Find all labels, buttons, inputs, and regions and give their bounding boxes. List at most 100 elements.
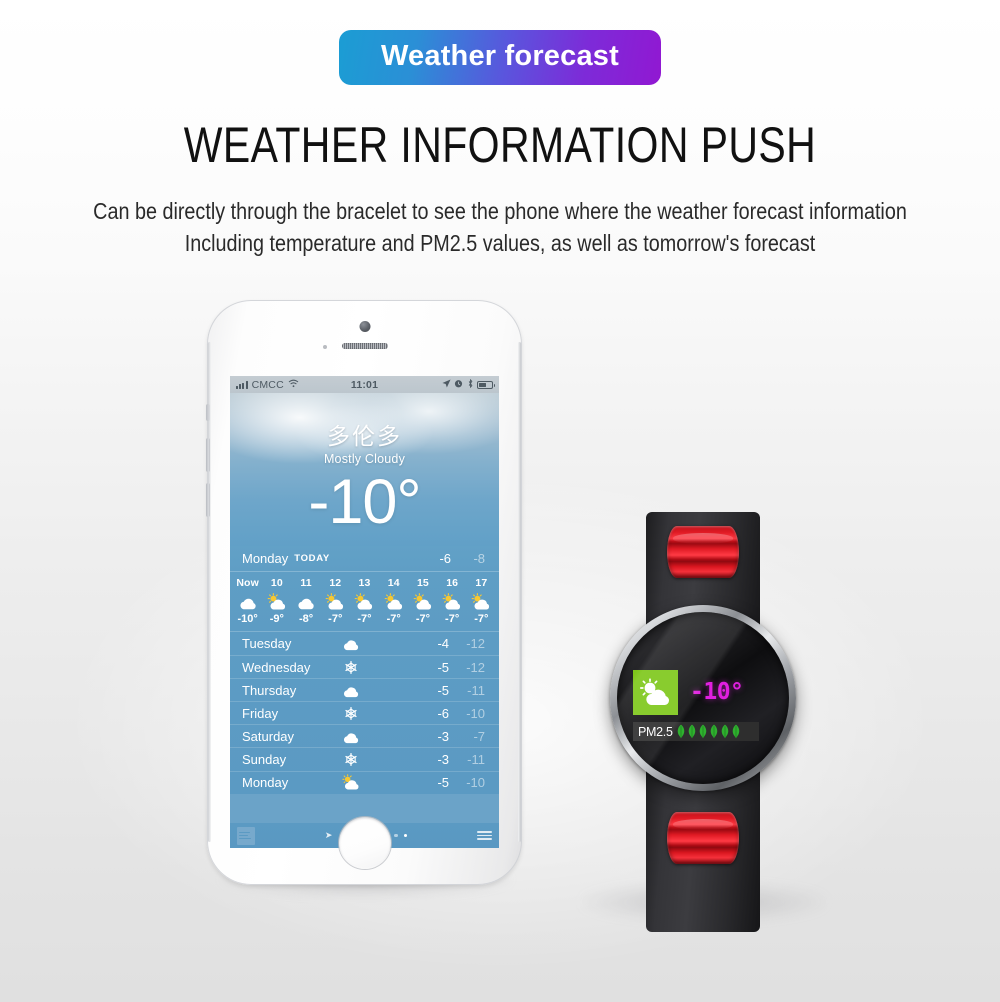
watch-temperature: -10° [690,679,744,705]
sun-cloud-icon [325,592,344,610]
pm25-leaf-icon [677,724,684,739]
hourly-forecast-item: 15 -7° [408,577,437,625]
phone-volume-up-button[interactable] [206,438,210,472]
page-title: WEATHER INFORMATION PUSH [183,117,817,173]
watch-screen[interactable]: -10° PM2.5 [617,612,789,784]
hourly-time-label: 11 [300,577,312,589]
hourly-forecast-item: 10 -9° [262,577,291,625]
hourly-time-label: 10 [270,577,283,589]
phone-mute-switch[interactable] [206,404,210,421]
home-button[interactable] [338,817,391,869]
smartphone-mockup: CMCC 11:01 多伦多 Mostly Cloudy -10° Monday… [206,300,522,910]
snowflake-icon [345,753,357,766]
hourly-time-label: 13 [358,577,371,589]
list-icon[interactable] [477,830,492,841]
weather-channel-logo-icon [237,826,255,845]
daily-high-temp: -3 [437,752,449,768]
daily-weather-icon [336,705,366,722]
daily-day-label: Friday [242,705,279,721]
hourly-forecast-row[interactable]: Now -10° 10 -9° 11 -8° 12 -7° 13 -7° 14 -7° 15 -7° 16 -… [230,572,499,632]
weather-hero: 多伦多 Mostly Cloudy -10° [230,393,499,546]
hourly-weather-icon [408,591,437,612]
pm25-leaf-icon [732,724,739,739]
hourly-forecast-item: 17 -7° [467,577,496,625]
pm25-leaf-icon [688,724,695,739]
front-camera-icon [359,321,370,332]
phone-volume-down-button[interactable] [206,483,210,517]
daily-high-temp: -6 [437,705,449,721]
sun-cloud-icon [342,774,359,790]
status-bar-right [441,378,495,390]
hourly-forecast-item: 14 -7° [379,577,408,625]
pm25-leaf-icon [721,724,728,739]
sun-cloud-icon [413,592,431,610]
daily-low-temp: -11 [467,682,485,698]
daily-forecast-row: Tuesday -4 -12 [230,632,499,655]
status-bar: CMCC 11:01 [230,376,499,393]
location-arrow-icon [441,379,451,390]
hourly-forecast-item: Now -10° [233,577,262,625]
daily-forecast-row: Wednesday -5 -12 [230,655,499,678]
daily-weather-icon [336,751,366,768]
hourly-temperature: -7° [445,613,460,625]
daily-day-label: Sunday [242,752,287,768]
page-dot[interactable] [394,833,399,838]
cloud-icon [298,598,314,609]
watch-strap-keeper-top [667,526,739,578]
watch-weather-row: -10° [633,670,773,715]
hourly-weather-icon [233,591,262,612]
sun-cloud-icon [384,592,402,610]
sun-cloud-icon [267,592,285,610]
hourly-time-label: 15 [416,577,429,589]
hourly-temperature: -7° [474,613,489,625]
wifi-icon [288,379,299,391]
phone-screen: CMCC 11:01 多伦多 Mostly Cloudy -10° Monday… [230,376,499,848]
hourly-temperature: -7° [328,613,343,625]
daily-high-temp: -3 [437,728,449,744]
hourly-time-label: 17 [475,577,488,589]
daily-forecast-row: Monday -5 -10 [230,770,499,794]
daily-weather-icon [336,728,366,745]
sun-cloud-icon [472,592,490,610]
hourly-weather-icon [350,591,379,612]
hourly-forecast-item: 13 -7° [350,577,379,625]
hourly-forecast-item: 11 -8° [291,577,320,625]
hourly-temperature: -7° [415,613,431,625]
today-high-temp: -6 [439,551,451,566]
daily-low-temp: -12 [466,659,485,675]
weather-condition: Mostly Cloudy [323,452,406,466]
daily-high-temp: -5 [437,659,449,675]
hourly-time-label: 12 [329,577,342,589]
hourly-temperature: -9° [269,613,284,625]
daily-day-label: Tuesday [242,636,292,652]
watch-weather-face: -10° PM2.5 [633,670,773,741]
cloud-icon [343,687,359,697]
daily-forecast-row: Sunday -3 -11 [230,747,499,770]
daily-forecast-list: Tuesday -4 -12 Wednesday -5 -12 Thursday -5 -11 F… [230,632,499,794]
status-bar-left: CMCC [236,379,299,391]
sun-cloud-icon [355,592,373,610]
cloud-icon [343,640,359,651]
badge-container: Weather forecast [0,30,1000,85]
today-low-temp: -8 [473,551,485,566]
page-dot[interactable] [403,833,408,838]
watch-strap-keeper-bottom [667,812,739,864]
weather-forecast-badge: Weather forecast [339,30,661,85]
daily-forecast-row: Thursday -5 -11 [230,678,499,701]
pm25-leaf-icon [699,724,706,739]
alarm-clock-icon [454,379,463,390]
pm25-leaf-row [676,724,741,739]
daily-low-temp: -12 [466,636,485,652]
hourly-temperature: -8° [298,613,314,625]
today-day-label: Monday [242,551,289,566]
today-summary-row[interactable]: Monday TODAY -6 -8 [230,546,499,572]
daily-forecast-row: Saturday -3 -7 [230,724,499,747]
watch-bezel: -10° PM2.5 [610,605,796,791]
page-subtitle-line-2: Including temperature and PM2.5 values, … [184,230,816,256]
smartwatch-mockup: -10° PM2.5 [582,512,826,932]
signal-bars-icon [236,381,248,389]
daily-low-temp: -10 [466,775,485,791]
carrier-label: CMCC [251,378,284,391]
daily-high-temp: -5 [437,682,449,698]
hourly-time-label: Now [236,577,259,589]
